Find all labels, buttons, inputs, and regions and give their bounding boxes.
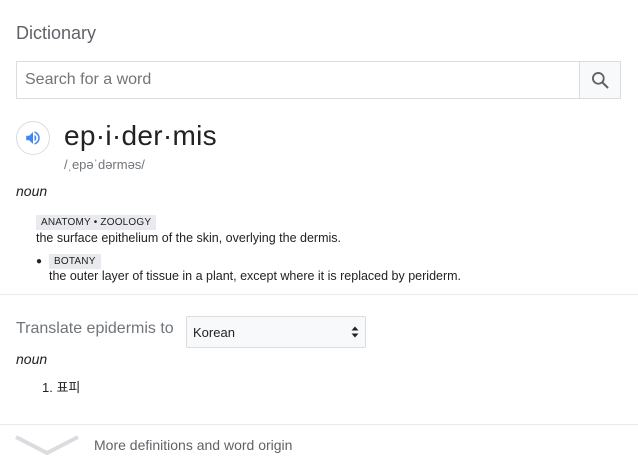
- dictionary-card: Dictionary ep·i·der·mis /ˌepəˈdərməs/ no…: [0, 0, 638, 465]
- more-definitions-label: More definitions and word origin: [94, 437, 293, 453]
- translation-part-of-speech: noun: [16, 351, 48, 367]
- select-arrows-icon: [351, 326, 359, 338]
- language-select[interactable]: Korean: [186, 316, 366, 348]
- divider: [0, 294, 638, 295]
- card-title: Dictionary: [16, 23, 97, 43]
- speaker-icon: [26, 131, 40, 145]
- translate-label: Translate epidermis to: [16, 320, 174, 337]
- sense-tag: BOTANY: [49, 251, 101, 269]
- search-box: [16, 61, 621, 99]
- sense-tag: ANATOMY • ZOOLOGY: [36, 212, 157, 230]
- chevron-down-icon: [15, 435, 79, 455]
- search-button[interactable]: [579, 62, 620, 98]
- definition-text: the surface epithelium of the skin, over…: [36, 231, 342, 245]
- phonetic-spelling: /ˌepəˈdərməs/: [64, 157, 145, 172]
- domain-tag: BOTANY: [49, 254, 101, 269]
- selected-language: Korean: [193, 325, 235, 340]
- search-input[interactable]: [17, 62, 581, 98]
- bullet-icon: ●: [36, 256, 43, 267]
- search-icon: [592, 72, 609, 89]
- more-definitions-link[interactable]: More definitions and word origin: [0, 425, 638, 465]
- pronunciation-audio-button[interactable]: [16, 121, 50, 155]
- translation-item: 1. 표피: [42, 380, 81, 395]
- domain-tag: ANATOMY • ZOOLOGY: [36, 215, 157, 230]
- headword: ep·i·der·mis: [64, 120, 217, 151]
- part-of-speech: noun: [16, 183, 48, 199]
- definition-text: the outer layer of tissue in a plant, ex…: [49, 269, 462, 283]
